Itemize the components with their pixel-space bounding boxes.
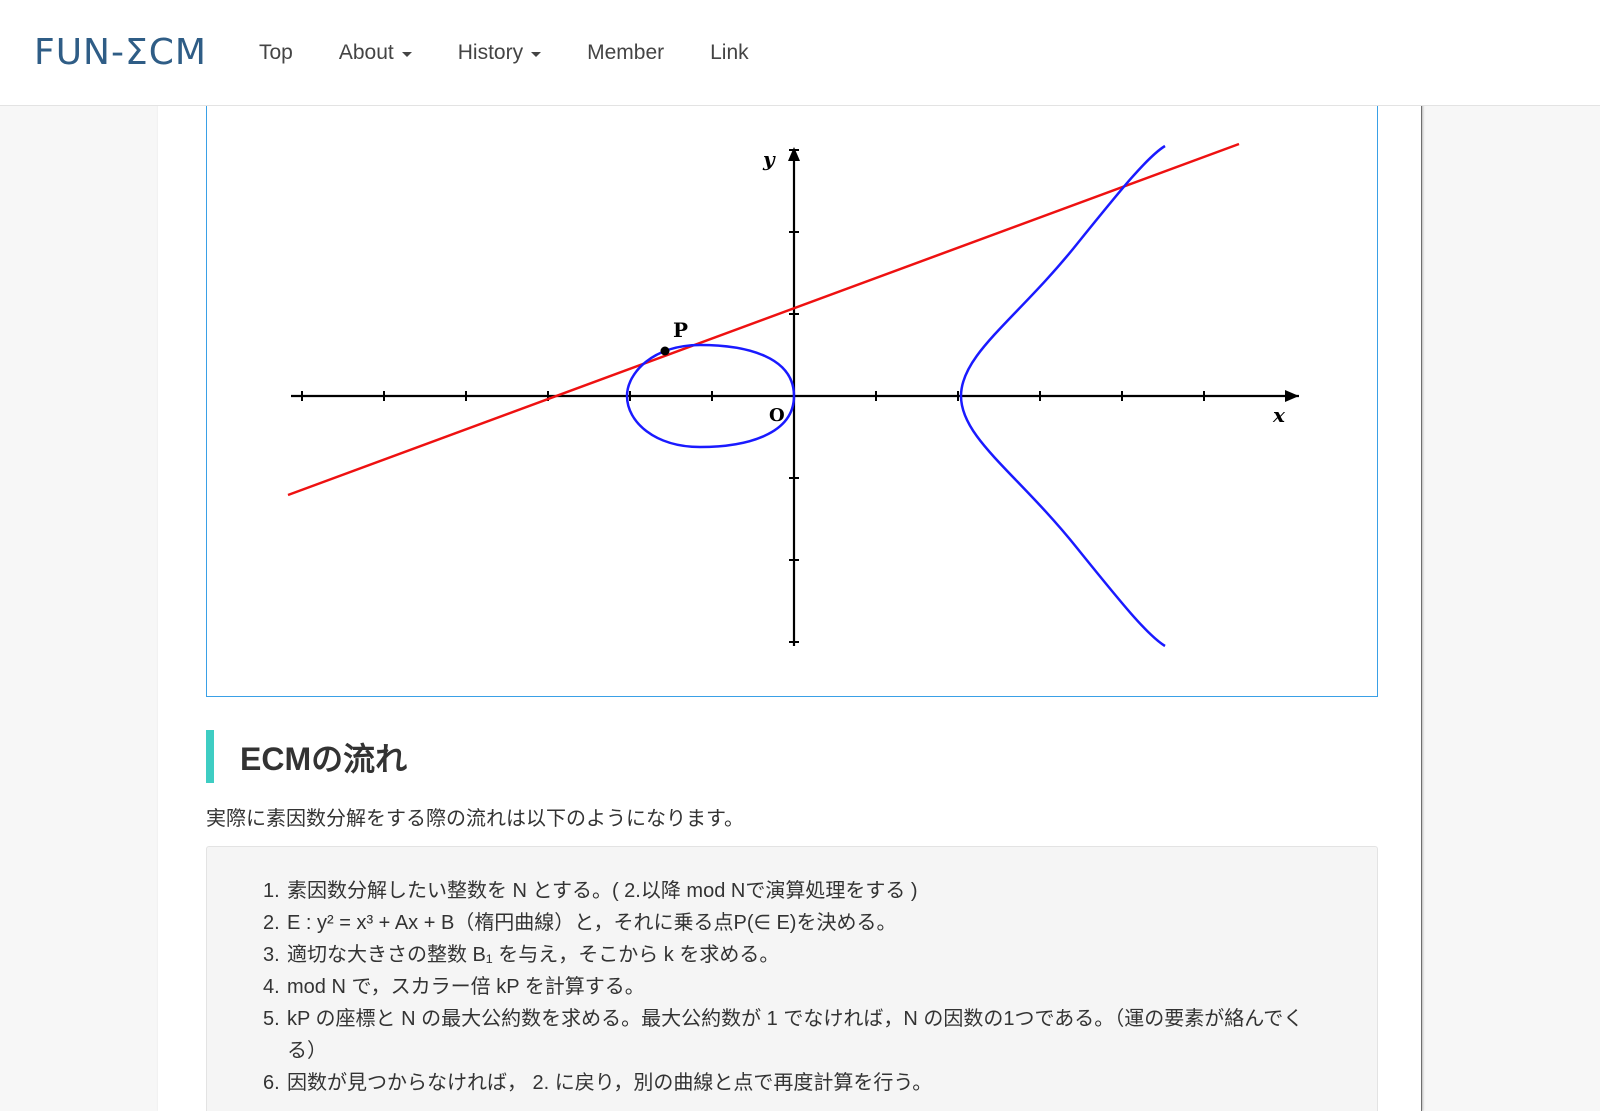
step-text: kP の座標と N の最大公約数を求める。最大公約数が 1 でなければ，N の因… [287,1008,1304,1062]
nav-item-label: Link [710,41,749,64]
step-text: 素因数分解したい整数を N とする。( 2.以降 mod Nで演算処理をする ) [287,880,918,902]
nav-menu: Top About History Member Link [236,0,772,106]
origin-label: O [769,405,785,426]
nav-item-top[interactable]: Top [236,41,316,65]
list-item: 4. mod N で，スカラー倍 kP を計算する。 [263,971,1323,1003]
nav-item-link[interactable]: Link [687,41,772,65]
steps-box: 1. 素因数分解したい整数を N とする。( 2.以降 mod Nで演算処理をする… [206,846,1378,1111]
list-item: 6. 因数が見つからなければ， 2. に戻り，別の曲線と点で再度計算を行う。 [263,1067,1323,1099]
step-number: 1. [263,880,280,902]
nav-item-history[interactable]: History [435,41,564,65]
nav-item-label: Member [587,41,665,64]
intro-text: 実際に素因数分解をする際の流れは以下のようになります。 [206,808,744,830]
section-heading: ECMの流れ [206,730,407,783]
point-p-marker [660,346,670,356]
elliptic-curve-svg: P O x y [287,142,1299,648]
nav-item-label: Top [259,41,293,64]
step-text: 適切な大きさの整数 B₁ を与え，そこから k を求める。 [287,944,780,966]
curve-branch-lower [959,395,1166,648]
list-item: 2. E : y² = x³ + Ax + B（楕円曲線）と，それに乗る点P(∈ … [263,907,1323,939]
step-text: E : y² = x³ + Ax + B（楕円曲線）と，それに乗る点P(∈ E)… [287,912,897,934]
step-number: 2. [263,912,280,934]
step-number: 3. [263,944,280,966]
step-number: 5. [263,1008,280,1030]
y-axis-label: y [762,147,776,171]
section-heading-text: ECMの流れ [240,740,408,777]
nav-item-about[interactable]: About [316,41,435,65]
caret-down-icon [401,52,412,57]
brand-logo[interactable]: FUN-ΣCM [34,32,207,73]
nav-item-member[interactable]: Member [564,41,687,65]
step-text: 因数が見つからなければ， 2. に戻り，別の曲線と点で再度計算を行う。 [287,1072,933,1094]
nav-item-label: About [338,41,394,64]
step-text: mod N で，スカラー倍 kP を計算する。 [287,976,645,998]
tangent-line [287,142,1240,497]
navbar: FUN-ΣCM Top About History Member Link [0,0,1600,106]
caret-down-icon [531,52,542,57]
nav-item-label: History [457,41,524,64]
x-axis-arrow [1285,390,1299,402]
step-number: 6. [263,1072,280,1094]
point-p-label: P [673,318,688,342]
list-item: 5. kP の座標と N の最大公約数を求める。最大公約数が 1 でなければ，N … [263,1003,1323,1067]
steps-list: 1. 素因数分解したい整数を N とする。( 2.以降 mod Nで演算処理をする… [263,875,1323,1099]
x-axis-label: x [1272,403,1286,427]
step-number: 4. [263,976,280,998]
list-item: 1. 素因数分解したい整数を N とする。( 2.以降 mod Nで演算処理をする… [263,875,1323,907]
list-item: 3. 適切な大きさの整数 B₁ を与え，そこから k を求める。 [263,939,1323,971]
elliptic-curve-figure: P O x y [206,98,1378,697]
